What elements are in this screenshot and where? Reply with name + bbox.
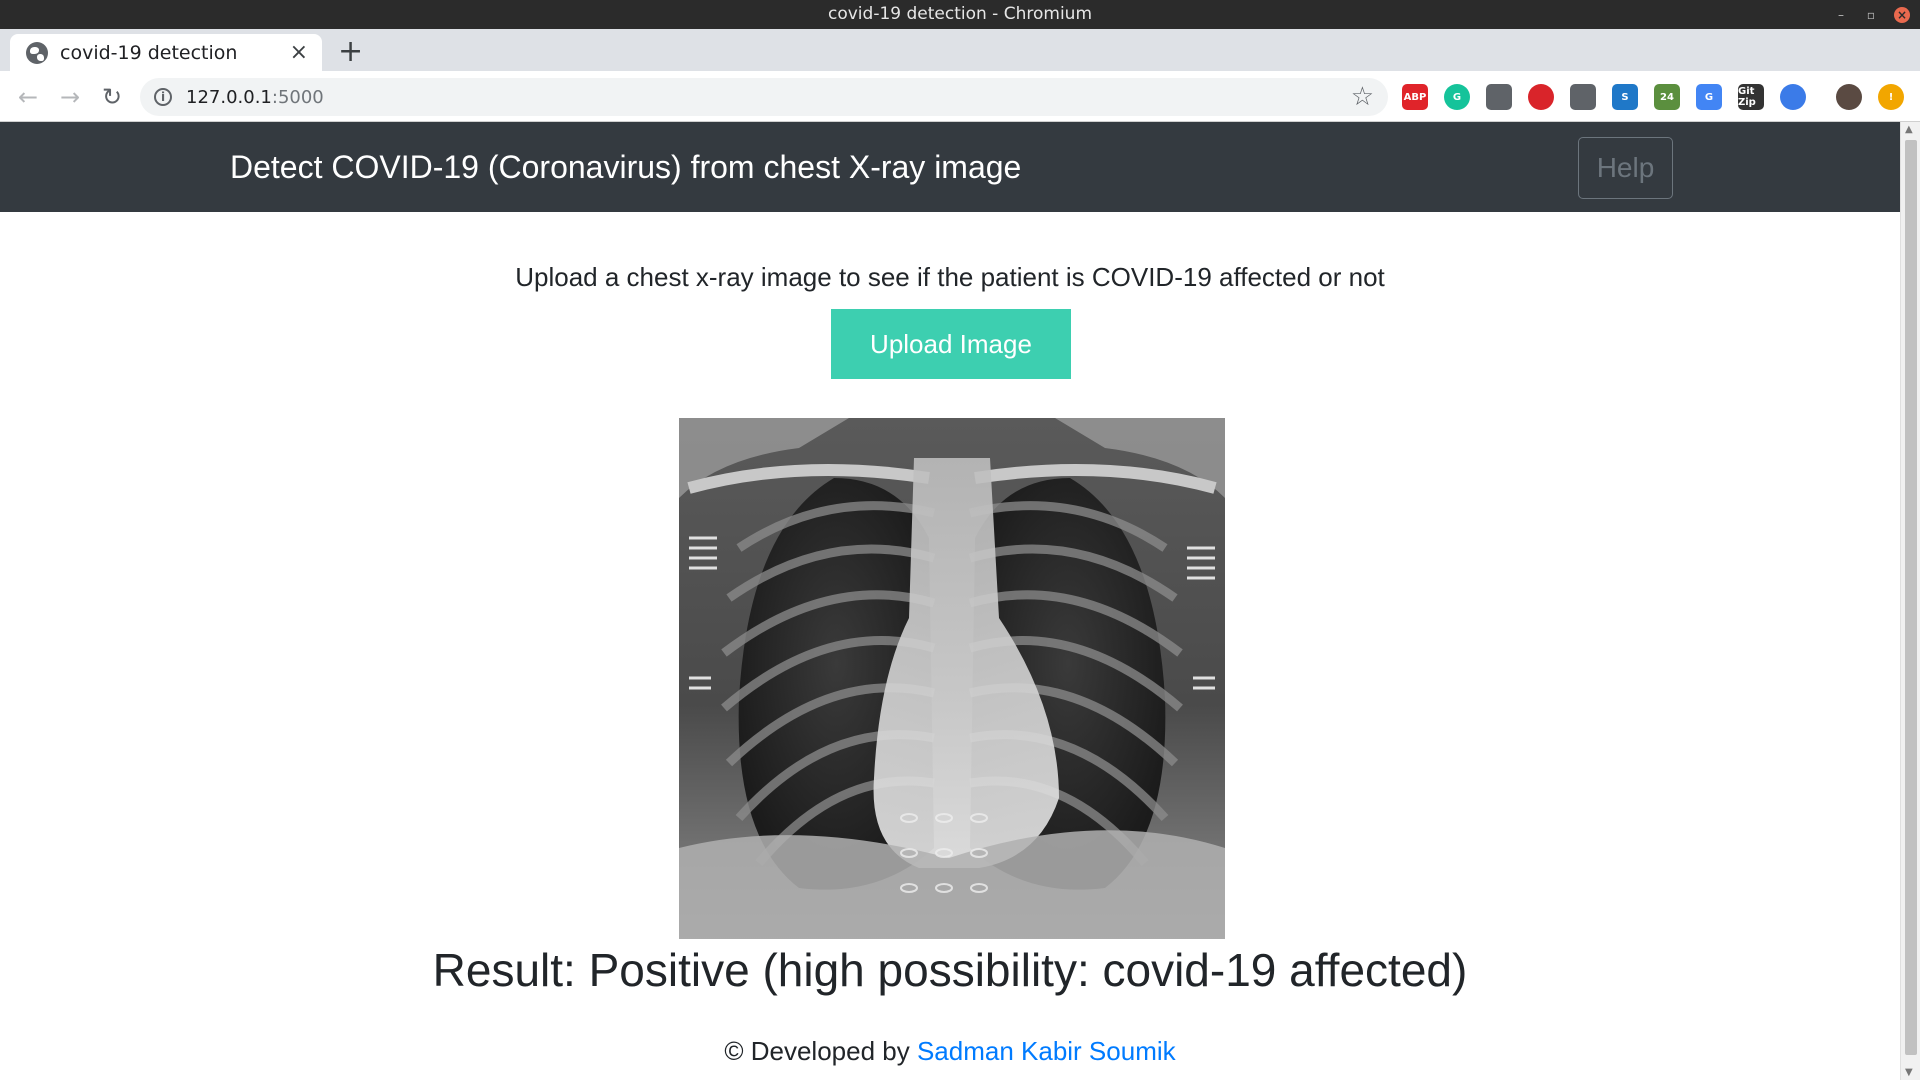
back-arrow-icon[interactable]: ← [11, 80, 45, 114]
xray-illustration [679, 418, 1225, 939]
upload-instruction: Upload a chest x-ray image to see if the… [515, 262, 1385, 292]
scroll-up-arrow-icon[interactable]: ▲ [1905, 124, 1913, 135]
minimize-icon[interactable]: – [1834, 8, 1848, 22]
gitzip-icon[interactable]: Git Zip [1738, 84, 1764, 110]
profile-avatar-icon[interactable] [1836, 84, 1862, 110]
scroll-down-arrow-icon[interactable]: ▼ [1905, 1067, 1913, 1078]
update-alert-icon[interactable]: ! [1878, 84, 1904, 110]
eyedropper-icon[interactable] [1570, 84, 1596, 110]
grammarly-icon[interactable]: G [1444, 84, 1470, 110]
screen-capture-icon[interactable]: S [1612, 84, 1638, 110]
window-titlebar: covid-19 detection - Chromium – ▫ × [0, 0, 1920, 29]
globe-icon [26, 41, 48, 64]
browser-tab[interactable]: covid-19 detection × [10, 34, 322, 71]
site-info-icon[interactable]: i [154, 88, 172, 106]
url-host: 127.0.0.1 [186, 86, 272, 108]
address-bar[interactable]: i 127.0.0.1:5000 ☆ [140, 78, 1388, 116]
bookmark-star-icon[interactable]: ☆ [1351, 82, 1374, 112]
calendar-icon[interactable]: 24 [1654, 84, 1680, 110]
stop-icon[interactable] [1528, 84, 1554, 110]
vertical-scrollbar[interactable]: ▲ ▼ [1900, 122, 1920, 1080]
adblock-plus-icon[interactable]: ABP [1402, 84, 1428, 110]
tab-close-icon[interactable]: × [290, 41, 308, 64]
tab-strip: covid-19 detection × + [0, 29, 1920, 71]
upload-image-button[interactable]: Upload Image [831, 309, 1071, 379]
app-navbar: Detect COVID-19 (Coronavirus) from chest… [0, 122, 1900, 212]
footer-prefix: © Developed by [724, 1036, 917, 1066]
result-text: Result: Positive (high possibility: covi… [432, 944, 1468, 996]
chest-xray-image [679, 418, 1225, 939]
page-viewport: Detect COVID-19 (Coronavirus) from chest… [0, 122, 1900, 1080]
new-tab-icon[interactable]: + [338, 37, 363, 67]
author-link[interactable]: Sadman Kabir Soumik [917, 1036, 1176, 1066]
forward-arrow-icon[interactable]: → [53, 80, 87, 114]
close-window-icon[interactable]: × [1894, 6, 1910, 23]
tab-title: covid-19 detection [60, 41, 238, 64]
browser-toolbar: ← → ↻ i 127.0.0.1:5000 ☆ ABP G S 24 G Git Zip… [0, 71, 1920, 122]
url-port: :5000 [271, 86, 324, 108]
footer: © Developed by Sadman Kabir Soumik [0, 1036, 1900, 1067]
scrollbar-thumb[interactable] [1905, 140, 1917, 1055]
window-controls: – ▫ × [1834, 0, 1910, 29]
google-translate-icon[interactable]: G [1696, 84, 1722, 110]
globe-extension-icon[interactable] [1780, 84, 1806, 110]
maximize-icon[interactable]: ▫ [1864, 8, 1878, 22]
app-brand[interactable]: Detect COVID-19 (Coronavirus) from chest… [230, 122, 1021, 212]
help-button[interactable]: Help [1578, 137, 1673, 199]
reload-icon[interactable]: ↻ [95, 80, 129, 114]
window-title: covid-19 detection - Chromium [828, 4, 1092, 24]
url-text[interactable]: 127.0.0.1:5000 [186, 87, 324, 108]
keeper-icon[interactable] [1486, 84, 1512, 110]
